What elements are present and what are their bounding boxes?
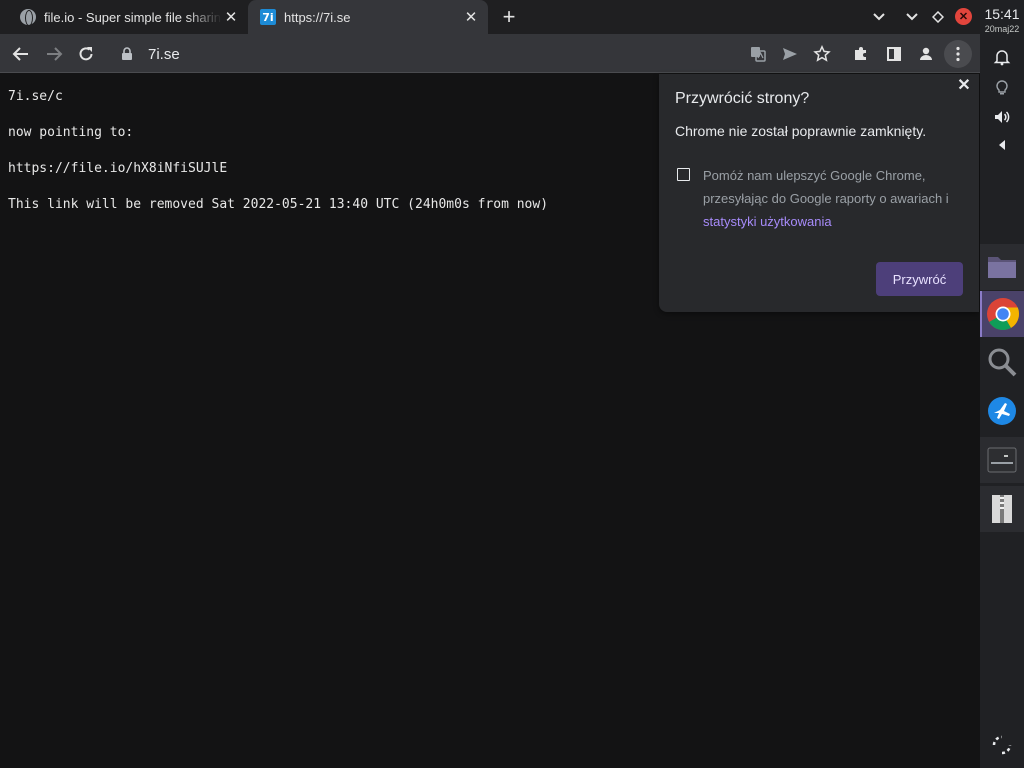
- vpn-app[interactable]: [980, 388, 1024, 434]
- chrome-app[interactable]: [980, 291, 1024, 337]
- launcher-icon[interactable]: [990, 733, 1014, 757]
- translate-button[interactable]: [744, 40, 772, 68]
- reload-icon: [79, 47, 93, 61]
- volume-icon[interactable]: [990, 105, 1014, 129]
- archive-app[interactable]: [980, 486, 1024, 532]
- tab-title: file.io - Super simple file sharing: [44, 9, 222, 25]
- side-panel-icon: [887, 47, 901, 61]
- bell-icon[interactable]: [990, 45, 1014, 69]
- pointing-label: now pointing to:: [8, 125, 134, 140]
- clock-time[interactable]: 15:41: [980, 6, 1024, 22]
- send-icon: [783, 48, 797, 60]
- side-panel-button[interactable]: [880, 40, 908, 68]
- tab-strip: file.io - Super simple file sharing ✕ 7i…: [0, 0, 980, 34]
- system-shelf: 15:41 20maj22: [980, 0, 1024, 768]
- profile-icon: [920, 47, 932, 60]
- search-app[interactable]: [980, 339, 1024, 385]
- bulb-icon[interactable]: [990, 75, 1014, 99]
- address-bar[interactable]: 7i.se: [108, 40, 728, 68]
- minimize-icon[interactable]: [903, 8, 921, 26]
- vpn-icon: [988, 397, 1016, 425]
- puzzle-icon: [855, 47, 866, 60]
- checkbox-label: Pomóż nam ulepszyć Google Chrome, przesy…: [703, 164, 965, 233]
- star-icon: [813, 45, 831, 62]
- globe-icon: [20, 9, 36, 26]
- dialog-title: Przywrócić strony?: [675, 90, 810, 107]
- send-to-devices-button[interactable]: [776, 40, 804, 68]
- profile-button[interactable]: [912, 40, 940, 68]
- toolbar: 7i.se: [0, 34, 980, 73]
- tab-title: https://7i.se: [284, 9, 351, 25]
- checkbox-text: Pomóż nam ulepszyć Google Chrome, przesy…: [703, 168, 949, 206]
- chrome-icon: [987, 298, 1020, 331]
- tab-7i[interactable]: 7i https://7i.se ✕: [248, 0, 488, 34]
- magnifier-icon: [988, 348, 1017, 377]
- crash-report-checkbox[interactable]: [677, 168, 690, 181]
- extensions-button[interactable]: [847, 40, 875, 68]
- dialog-close-icon[interactable]: ✕: [954, 75, 974, 95]
- lock-icon[interactable]: [120, 47, 134, 61]
- window-close-icon[interactable]: ✕: [955, 8, 972, 25]
- reload-button[interactable]: [72, 40, 100, 68]
- url-text[interactable]: 7i.se: [148, 46, 180, 63]
- dialog-message: Chrome nie został poprawnie zamknięty.: [675, 123, 927, 139]
- forward-button[interactable]: [40, 40, 68, 68]
- usage-stats-link[interactable]: statystyki użytkowania: [703, 214, 832, 229]
- restore-pages-dialog: Przywrócić strony? ✕ Chrome nie został p…: [659, 74, 979, 312]
- forward-arrow-icon: [47, 47, 63, 61]
- back-button[interactable]: [7, 40, 35, 68]
- tab-close-icon[interactable]: ✕: [462, 8, 480, 26]
- terminal-app[interactable]: [980, 437, 1024, 483]
- clock-date[interactable]: 20maj22: [980, 24, 1024, 34]
- menu-button[interactable]: [944, 40, 972, 68]
- folder-icon: [988, 257, 1016, 278]
- tab-close-icon[interactable]: ✕: [222, 8, 240, 26]
- expiry-notice: This link will be removed Sat 2022-05-21…: [8, 197, 549, 212]
- bookmark-button[interactable]: [808, 40, 836, 68]
- back-arrow-icon: [12, 47, 28, 61]
- short-link-text[interactable]: 7i.se/c: [8, 89, 63, 104]
- maximize-icon[interactable]: [929, 8, 947, 26]
- tab-fileio[interactable]: file.io - Super simple file sharing ✕: [8, 0, 248, 34]
- files-app[interactable]: [980, 244, 1024, 290]
- kebab-menu-icon: [956, 46, 960, 62]
- restore-button[interactable]: Przywróć: [876, 262, 963, 296]
- translate-icon: [751, 47, 766, 62]
- collapse-arrow-icon[interactable]: [990, 133, 1014, 157]
- 7i-favicon: 7i: [260, 9, 276, 25]
- terminal-icon: [987, 447, 1017, 473]
- tab-search-icon[interactable]: [870, 8, 888, 26]
- archive-icon: [992, 495, 1012, 523]
- new-tab-button[interactable]: +: [498, 4, 520, 29]
- target-url-text[interactable]: https://file.io/hX8iNfiSUJlE: [8, 161, 227, 176]
- browser-window: file.io - Super simple file sharing ✕ 7i…: [0, 0, 980, 768]
